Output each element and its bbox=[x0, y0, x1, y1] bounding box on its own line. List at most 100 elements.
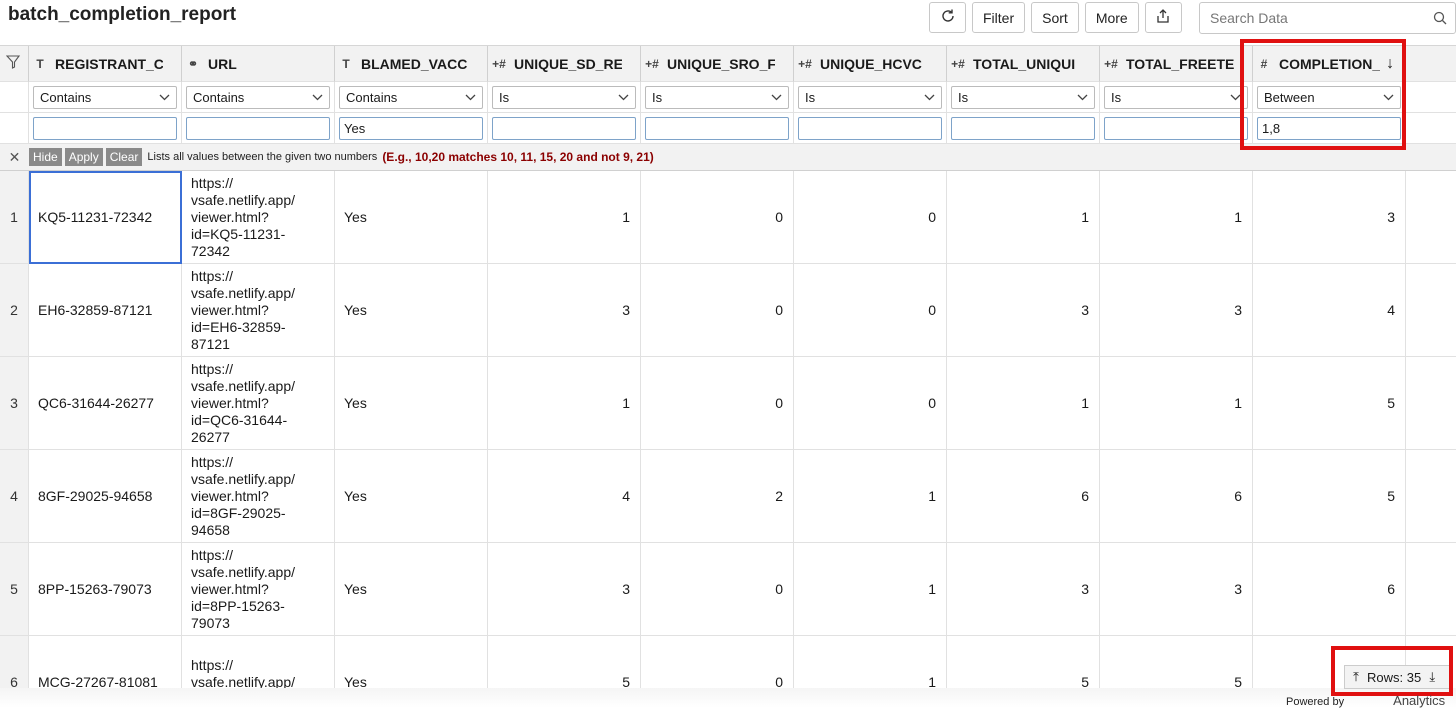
table-row[interactable]: 2 EH6-32859-87121 https:// vsafe.netlify.a… bbox=[0, 264, 1456, 357]
refresh-button[interactable] bbox=[929, 2, 966, 33]
filter-value-input[interactable] bbox=[798, 116, 942, 140]
cell-blamed[interactable]: Yes bbox=[335, 171, 488, 264]
cell-sd[interactable]: 3 bbox=[488, 264, 641, 357]
filter-operator-select[interactable]: Is bbox=[645, 85, 789, 109]
cell-total_u[interactable]: 5 bbox=[947, 636, 1100, 688]
table-row[interactable]: 4 8GF-29025-94658 https:// vsafe.netlify.a… bbox=[0, 450, 1456, 543]
cell-total_f[interactable]: 5 bbox=[1100, 636, 1253, 688]
filter-operator-select[interactable]: Contains bbox=[339, 85, 483, 109]
apply-button[interactable]: Apply bbox=[64, 148, 103, 166]
cell-completion[interactable]: 4 bbox=[1253, 264, 1406, 357]
filter-value-input[interactable] bbox=[645, 116, 789, 140]
filter-operator-select[interactable]: Is bbox=[1104, 85, 1248, 109]
cell-hcvc[interactable]: 1 bbox=[794, 450, 947, 543]
column-header-7[interactable]: +# TOTAL_FREETE bbox=[1100, 46, 1253, 82]
cell-hcvc[interactable]: 1 bbox=[794, 543, 947, 636]
cell-sro[interactable]: 2 bbox=[641, 450, 794, 543]
cell-sd[interactable]: 5 bbox=[488, 636, 641, 688]
cell-total_f[interactable]: 3 bbox=[1100, 264, 1253, 357]
filter-operator-select[interactable]: Contains bbox=[186, 85, 330, 109]
filter-value-input[interactable] bbox=[33, 116, 177, 140]
cell-url[interactable]: https:// vsafe.netlify.app/ viewer.html?… bbox=[182, 450, 335, 543]
column-type-icon: +# bbox=[492, 56, 506, 71]
filter-value-input[interactable] bbox=[492, 116, 636, 140]
table-row[interactable]: 1 KQ5-11231-72342 https:// vsafe.netlify.a… bbox=[0, 171, 1456, 264]
column-header-4[interactable]: +# UNIQUE_SRO_F bbox=[641, 46, 794, 82]
column-header-2[interactable]: T BLAMED_VACC bbox=[335, 46, 488, 82]
filter-operator-value: Is bbox=[499, 89, 510, 105]
cell-sro[interactable]: 0 bbox=[641, 171, 794, 264]
cell-hcvc[interactable]: 0 bbox=[794, 264, 947, 357]
filter-operator-select[interactable]: Contains bbox=[33, 85, 177, 109]
cell-url[interactable]: https:// vsafe.netlify.app/ viewer.html? bbox=[182, 636, 335, 688]
completion-column-highlight bbox=[1240, 39, 1406, 150]
cell-hcvc[interactable]: 0 bbox=[794, 357, 947, 450]
cell-total_f[interactable]: 1 bbox=[1100, 357, 1253, 450]
filter-operator-select[interactable]: Is bbox=[798, 85, 942, 109]
cell-reg[interactable]: QC6-31644-26277 bbox=[29, 357, 182, 450]
cell-sro[interactable]: 0 bbox=[641, 636, 794, 688]
filter-value-input[interactable]: Yes bbox=[339, 116, 483, 140]
cell-total_u[interactable]: 3 bbox=[947, 264, 1100, 357]
filter-operator-cell: Is bbox=[488, 82, 641, 113]
cell-sro[interactable]: 0 bbox=[641, 357, 794, 450]
cell-total_u[interactable]: 1 bbox=[947, 171, 1100, 264]
column-header-5[interactable]: +# UNIQUE_HCVC bbox=[794, 46, 947, 82]
cell-reg[interactable]: EH6-32859-87121 bbox=[29, 264, 182, 357]
cell-completion[interactable]: 3 bbox=[1253, 171, 1406, 264]
filter-operator-value: Contains bbox=[346, 89, 398, 105]
cell-total_f[interactable]: 1 bbox=[1100, 171, 1253, 264]
cell-reg[interactable]: 8PP-15263-79073 bbox=[29, 543, 182, 636]
cell-blamed[interactable]: Yes bbox=[335, 450, 488, 543]
cell-completion[interactable]: 5 bbox=[1253, 357, 1406, 450]
cell-blamed[interactable]: Yes bbox=[335, 357, 488, 450]
cell-total_f[interactable]: 6 bbox=[1100, 450, 1253, 543]
table-row[interactable]: 6 MCG-27267-81081 https:// vsafe.netlify.a… bbox=[0, 636, 1456, 688]
cell-sro[interactable]: 0 bbox=[641, 543, 794, 636]
cell-total_f[interactable]: 3 bbox=[1100, 543, 1253, 636]
cell-total_u[interactable]: 1 bbox=[947, 357, 1100, 450]
filter-toggle[interactable] bbox=[0, 46, 29, 82]
cell-total_u[interactable]: 3 bbox=[947, 543, 1100, 636]
cell-hcvc[interactable]: 1 bbox=[794, 636, 947, 688]
cell-url[interactable]: https:// vsafe.netlify.app/ viewer.html?… bbox=[182, 543, 335, 636]
cell-url[interactable]: https:// vsafe.netlify.app/ viewer.html?… bbox=[182, 171, 335, 264]
column-header-0[interactable]: T REGISTRANT_C bbox=[29, 46, 182, 82]
cell-blamed[interactable]: Yes bbox=[335, 636, 488, 688]
cell-total_u[interactable]: 6 bbox=[947, 450, 1100, 543]
column-header-1[interactable]: ⚭ URL bbox=[182, 46, 335, 82]
cell-completion[interactable]: 6 bbox=[1253, 543, 1406, 636]
clear-button[interactable]: Clear bbox=[105, 148, 143, 166]
filter-value-input[interactable] bbox=[1104, 116, 1248, 140]
cell-reg[interactable]: MCG-27267-81081 bbox=[29, 636, 182, 688]
filter-operator-select[interactable]: Is bbox=[492, 85, 636, 109]
cell-reg[interactable]: 8GF-29025-94658 bbox=[29, 450, 182, 543]
cell-sd[interactable]: 1 bbox=[488, 357, 641, 450]
table-row[interactable]: 5 8PP-15263-79073 https:// vsafe.netlify.a… bbox=[0, 543, 1456, 636]
cell-sd[interactable]: 3 bbox=[488, 543, 641, 636]
cell-blamed[interactable]: Yes bbox=[335, 543, 488, 636]
cell-sd[interactable]: 4 bbox=[488, 450, 641, 543]
cell-url[interactable]: https:// vsafe.netlify.app/ viewer.html?… bbox=[182, 357, 335, 450]
cell-sd[interactable]: 1 bbox=[488, 171, 641, 264]
filter-value-input[interactable] bbox=[186, 116, 330, 140]
export-button[interactable] bbox=[1144, 2, 1182, 33]
cell-hcvc[interactable]: 0 bbox=[794, 171, 947, 264]
cell-reg[interactable]: KQ5-11231-72342 bbox=[29, 171, 182, 264]
close-icon[interactable]: ✕ bbox=[0, 149, 29, 166]
filter-button[interactable]: Filter bbox=[972, 2, 1026, 33]
cell-completion[interactable]: 5 bbox=[1253, 450, 1406, 543]
table-row[interactable]: 3 QC6-31644-26277 https:// vsafe.netlify.a… bbox=[0, 357, 1456, 450]
cell-sro[interactable]: 0 bbox=[641, 264, 794, 357]
hide-button[interactable]: Hide bbox=[29, 148, 62, 166]
search-input[interactable]: Search Data bbox=[1199, 2, 1456, 34]
filter-operator-select[interactable]: Is bbox=[951, 85, 1095, 109]
filter-value-input[interactable] bbox=[951, 116, 1095, 140]
column-header-6[interactable]: +# TOTAL_UNIQUI bbox=[947, 46, 1100, 82]
sort-button[interactable]: Sort bbox=[1031, 2, 1079, 33]
column-header-3[interactable]: +# UNIQUE_SD_RE bbox=[488, 46, 641, 82]
chevron-down-icon bbox=[771, 94, 782, 100]
more-button[interactable]: More bbox=[1084, 2, 1139, 33]
cell-blamed[interactable]: Yes bbox=[335, 264, 488, 357]
cell-url[interactable]: https:// vsafe.netlify.app/ viewer.html?… bbox=[182, 264, 335, 357]
